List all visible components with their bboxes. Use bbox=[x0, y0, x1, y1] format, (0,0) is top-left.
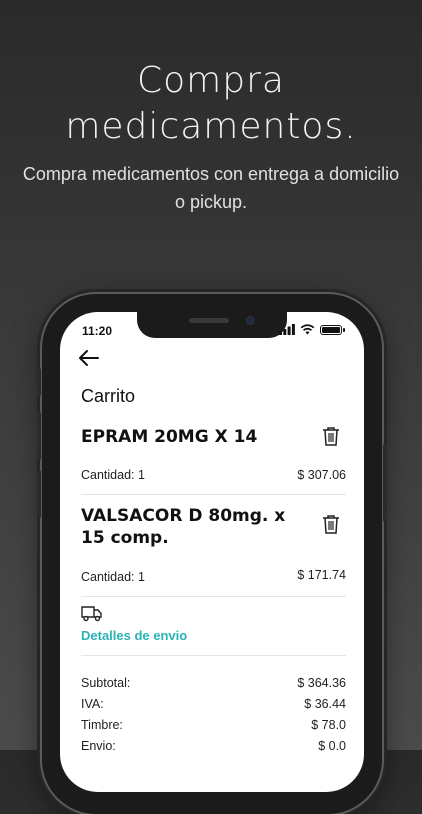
summary-value: $ 78.0 bbox=[311, 718, 346, 732]
truck-icon bbox=[81, 606, 102, 622]
wifi-icon bbox=[300, 324, 315, 335]
item-quantity: Cantidad: 1 bbox=[81, 468, 145, 482]
summary-label: Subtotal: bbox=[81, 676, 131, 690]
arrow-left-icon[interactable] bbox=[78, 349, 100, 367]
front-camera bbox=[247, 317, 254, 324]
volume-down-button bbox=[37, 470, 41, 518]
notch bbox=[137, 312, 287, 338]
power-button bbox=[383, 444, 387, 522]
trash-icon[interactable] bbox=[322, 426, 340, 446]
item-quantity: Cantidad: 1 bbox=[81, 570, 145, 584]
summary-value: $ 36.44 bbox=[304, 697, 346, 711]
mute-switch bbox=[37, 368, 41, 396]
volume-up-button bbox=[37, 412, 41, 460]
item-name: EPRAM 20MG X 14 bbox=[81, 427, 258, 447]
divider bbox=[81, 494, 346, 495]
summary-label: Timbre: bbox=[81, 718, 123, 732]
hero-title: Compra medicamentos. bbox=[0, 58, 422, 150]
summary-value: $ 364.36 bbox=[297, 676, 346, 690]
item-price: $ 307.06 bbox=[297, 468, 346, 482]
signal-icon bbox=[279, 324, 295, 335]
status-time: 11:20 bbox=[82, 324, 113, 338]
item-price: $ 171.74 bbox=[297, 568, 346, 582]
status-icons bbox=[279, 324, 345, 335]
hero-title-line1: Compra bbox=[137, 60, 285, 101]
phone-frame: 11:20 Carrito EPRAM 20MG X 14 Cantidad: … bbox=[37, 294, 387, 814]
hero-title-line2: medicamentos. bbox=[65, 106, 357, 147]
hero-subtitle: Compra medicamentos con entrega a domici… bbox=[22, 164, 400, 212]
summary-label: Envio: bbox=[81, 739, 116, 753]
trash-icon[interactable] bbox=[322, 514, 340, 534]
phone-screen: 11:20 Carrito EPRAM 20MG X 14 Cantidad: … bbox=[60, 312, 364, 792]
page-title: Carrito bbox=[81, 386, 136, 406]
summary-value: $ 0.0 bbox=[318, 739, 346, 753]
shipping-details-link[interactable]: Detalles de envio bbox=[81, 628, 187, 643]
summary-label: IVA: bbox=[81, 697, 104, 711]
battery-icon bbox=[320, 324, 345, 335]
divider bbox=[81, 596, 346, 597]
item-name: VALSACOR D 80mg. x 15 comp. bbox=[81, 506, 286, 548]
speaker bbox=[189, 318, 229, 323]
divider bbox=[81, 655, 346, 656]
